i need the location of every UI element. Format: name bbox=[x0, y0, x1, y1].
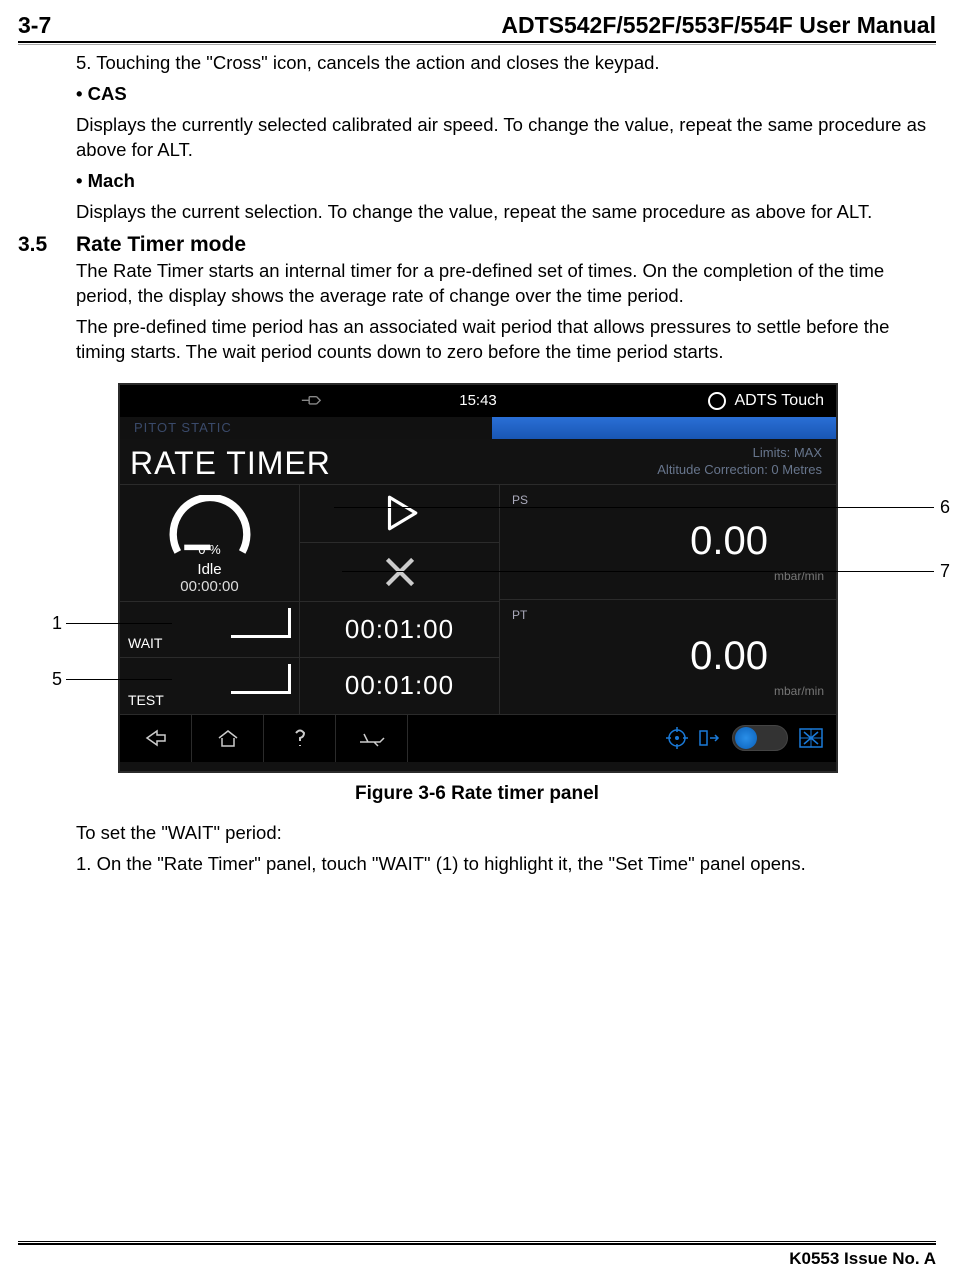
play-button[interactable] bbox=[300, 485, 499, 544]
step-5-text: 5. Touching the "Cross" icon, cancels th… bbox=[76, 51, 932, 76]
manual-title: ADTS542F/552F/553F/554F User Manual bbox=[501, 12, 936, 39]
callout-lead-1 bbox=[66, 623, 172, 624]
section-number: 3.5 bbox=[18, 233, 58, 257]
cross-icon bbox=[379, 551, 421, 593]
issue-number: K0553 Issue No. A bbox=[18, 1249, 936, 1269]
device-screenshot: 15:43 ADTS Touch PITOT STATIC RATE TIMER… bbox=[118, 383, 838, 773]
pt-label: PT bbox=[512, 608, 527, 622]
connection-icon bbox=[300, 394, 322, 408]
corner-indicator-icon bbox=[231, 664, 291, 694]
back-button[interactable] bbox=[120, 715, 192, 762]
transfer-icon[interactable] bbox=[698, 727, 722, 749]
test-label: TEST bbox=[128, 692, 164, 708]
home-icon bbox=[216, 728, 240, 748]
callout-lead-5 bbox=[66, 679, 172, 680]
footer-rule-thick bbox=[18, 1243, 936, 1245]
callout-1: 1 bbox=[52, 613, 62, 634]
mode-toggle[interactable] bbox=[732, 725, 788, 751]
help-button[interactable] bbox=[264, 715, 336, 762]
after-fig-p1: To set the "WAIT" period: bbox=[76, 821, 932, 846]
bottom-bar bbox=[120, 714, 836, 762]
ps-value: 0.00 bbox=[690, 519, 768, 564]
footer-rule-thin bbox=[18, 1241, 936, 1242]
after-fig-p2: 1. On the "Rate Timer" panel, touch "WAI… bbox=[76, 852, 932, 877]
pt-unit: mbar/min bbox=[774, 684, 824, 698]
idle-time: 00:00:00 bbox=[180, 578, 238, 595]
callout-7: 7 bbox=[940, 561, 950, 582]
aircraft-icon bbox=[358, 728, 386, 748]
home-button[interactable] bbox=[192, 715, 264, 762]
header-rule-thick bbox=[18, 41, 936, 43]
callout-5: 5 bbox=[52, 669, 62, 690]
pt-value: 0.00 bbox=[690, 634, 768, 679]
corner-indicator-icon bbox=[231, 608, 291, 638]
test-button[interactable]: TEST bbox=[120, 658, 299, 714]
figure-caption: Figure 3-6 Rate timer panel bbox=[18, 783, 936, 805]
back-arrow-icon bbox=[143, 728, 169, 748]
page-number: 3-7 bbox=[18, 12, 51, 39]
tab-active[interactable] bbox=[492, 417, 836, 439]
mach-heading: • Mach bbox=[76, 169, 932, 194]
section-p1: The Rate Timer starts an internal timer … bbox=[76, 259, 932, 309]
ge-logo-icon bbox=[708, 392, 726, 410]
limits-line2: Altitude Correction: 0 Metres bbox=[657, 462, 822, 479]
clock-label: 15:43 bbox=[459, 392, 497, 409]
wait-time-value[interactable]: 00:01:00 bbox=[300, 602, 499, 658]
limits-line1: Limits: MAX bbox=[657, 445, 822, 462]
section-p2: The pre-defined time period has an assoc… bbox=[76, 315, 932, 365]
wait-button[interactable]: WAIT bbox=[120, 602, 299, 658]
ps-label: PS bbox=[512, 493, 528, 507]
callout-lead-7 bbox=[342, 571, 934, 572]
aircraft-button[interactable] bbox=[336, 715, 408, 762]
header-rule-thin bbox=[18, 44, 936, 45]
play-icon bbox=[379, 492, 421, 534]
cas-heading: • CAS bbox=[76, 82, 932, 107]
section-title: Rate Timer mode bbox=[76, 233, 246, 257]
gauge-percent: 0 % bbox=[164, 542, 256, 557]
pt-readout: PT 0.00 mbar/min bbox=[500, 600, 836, 714]
toggle-knob-icon bbox=[735, 727, 757, 749]
grid-x-icon[interactable] bbox=[798, 727, 824, 749]
ps-readout: PS 0.00 mbar/min bbox=[500, 485, 836, 600]
brand-label: ADTS Touch bbox=[734, 392, 824, 410]
status-bar: 15:43 ADTS Touch bbox=[120, 385, 836, 417]
target-icon[interactable] bbox=[666, 727, 688, 749]
cancel-button[interactable] bbox=[300, 543, 499, 602]
test-time-value[interactable]: 00:01:00 bbox=[300, 658, 499, 714]
callout-6: 6 bbox=[940, 497, 950, 518]
gauge-cell: 0 % Idle 00:00:00 bbox=[120, 485, 299, 602]
screen-title: RATE TIMER bbox=[130, 445, 331, 482]
cas-body: Displays the currently selected calibrat… bbox=[76, 113, 932, 163]
tab-strip: PITOT STATIC bbox=[120, 417, 836, 439]
callout-lead-6 bbox=[334, 507, 934, 508]
idle-label: Idle bbox=[197, 561, 221, 578]
wait-label: WAIT bbox=[128, 635, 162, 651]
mach-body: Displays the current selection. To chang… bbox=[76, 200, 932, 225]
help-icon bbox=[290, 727, 310, 749]
tab-pitot-static[interactable]: PITOT STATIC bbox=[120, 417, 492, 439]
